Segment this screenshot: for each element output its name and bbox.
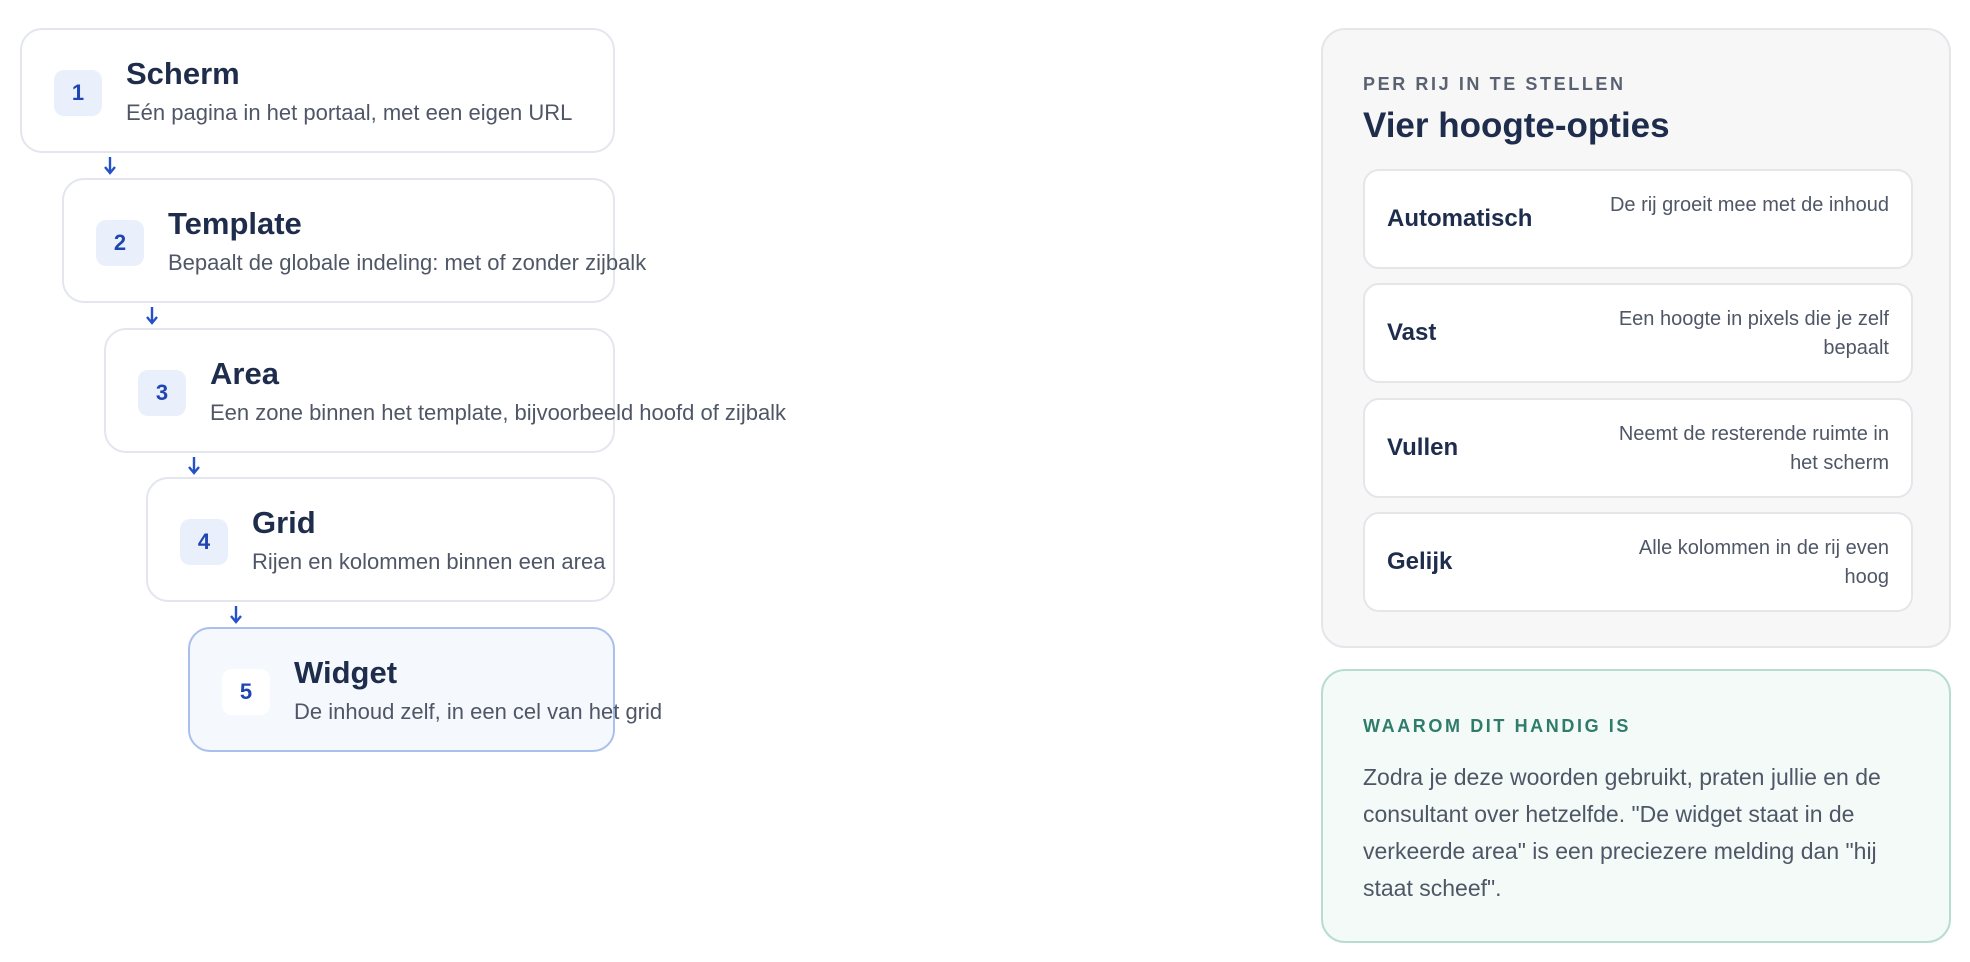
level-number-badge: 5 bbox=[222, 669, 270, 715]
level-area: 3 Area Een zone binnen het template, bij… bbox=[104, 328, 786, 453]
panel-title: Vier hoogte-opties bbox=[1363, 106, 1670, 145]
arrow-down-icon bbox=[188, 457, 200, 475]
level-title: Grid bbox=[252, 505, 316, 540]
level-description: De inhoud zelf, in een cel van het grid bbox=[294, 699, 663, 724]
panel-eyebrow: WAAROM DIT HANDIG IS bbox=[1363, 716, 1631, 736]
height-option-vast: Vast Een hoogte in pixels die je zelf be… bbox=[1363, 283, 1913, 383]
level-widget: 5 Widget De inhoud zelf, in een cel van … bbox=[188, 627, 662, 752]
level-number-badge: 3 bbox=[138, 370, 186, 416]
height-options-panel: PER RIJ IN TE STELLEN Vier hoogte-opties… bbox=[1321, 28, 1951, 648]
level-description: Rijen en kolommen binnen een area bbox=[252, 549, 606, 574]
panel-eyebrow: PER RIJ IN TE STELLEN bbox=[1363, 74, 1626, 94]
level-grid: 4 Grid Rijen en kolommen binnen een area bbox=[146, 477, 615, 602]
option-description: Een hoogte in pixels die je zelf bepaalt bbox=[1618, 308, 1889, 359]
option-name: Vast bbox=[1387, 319, 1437, 346]
option-name: Gelijk bbox=[1387, 548, 1453, 575]
level-template: 2 Template Bepaalt de globale indeling: … bbox=[62, 178, 646, 303]
height-option-automatisch: Automatisch De rij groeit mee met de inh… bbox=[1363, 169, 1913, 269]
height-option-gelijk: Gelijk Alle kolommen in de rij even hoog bbox=[1363, 512, 1913, 612]
arrow-down-icon bbox=[230, 606, 242, 624]
option-description: Neemt de resterende ruimte in het scherm bbox=[1618, 423, 1889, 474]
option-name: Automatisch bbox=[1387, 205, 1533, 232]
why-text: Zodra je deze woorden gebruikt, praten j… bbox=[1363, 764, 1881, 901]
level-number-badge: 2 bbox=[96, 220, 144, 266]
level-title: Widget bbox=[294, 655, 398, 690]
arrow-down-icon bbox=[146, 307, 158, 325]
level-title: Area bbox=[210, 356, 279, 391]
level-number-badge: 1 bbox=[54, 70, 102, 116]
arrow-down-icon bbox=[104, 157, 116, 175]
why-useful-panel: WAAROM DIT HANDIG IS Zodra je deze woord… bbox=[1321, 669, 1951, 943]
option-description: De rij groeit mee met de inhoud bbox=[1609, 194, 1889, 216]
option-name: Vullen bbox=[1387, 434, 1459, 461]
level-title: Scherm bbox=[126, 56, 240, 91]
option-description: Alle kolommen in de rij even hoog bbox=[1638, 537, 1889, 588]
height-option-vullen: Vullen Neemt de resterende ruimte in het… bbox=[1363, 398, 1913, 498]
level-description: Een zone binnen het template, bijvoorbee… bbox=[210, 400, 787, 425]
level-description: Bepaalt de globale indeling: met of zond… bbox=[168, 250, 647, 275]
level-description: Eén pagina in het portaal, met een eigen… bbox=[126, 100, 573, 125]
hierarchy-diagram: 1 Scherm Eén pagina in het portaal, met … bbox=[0, 0, 1300, 962]
level-scherm: 1 Scherm Eén pagina in het portaal, met … bbox=[20, 28, 615, 153]
level-title: Template bbox=[168, 206, 302, 241]
level-number-badge: 4 bbox=[180, 519, 228, 565]
